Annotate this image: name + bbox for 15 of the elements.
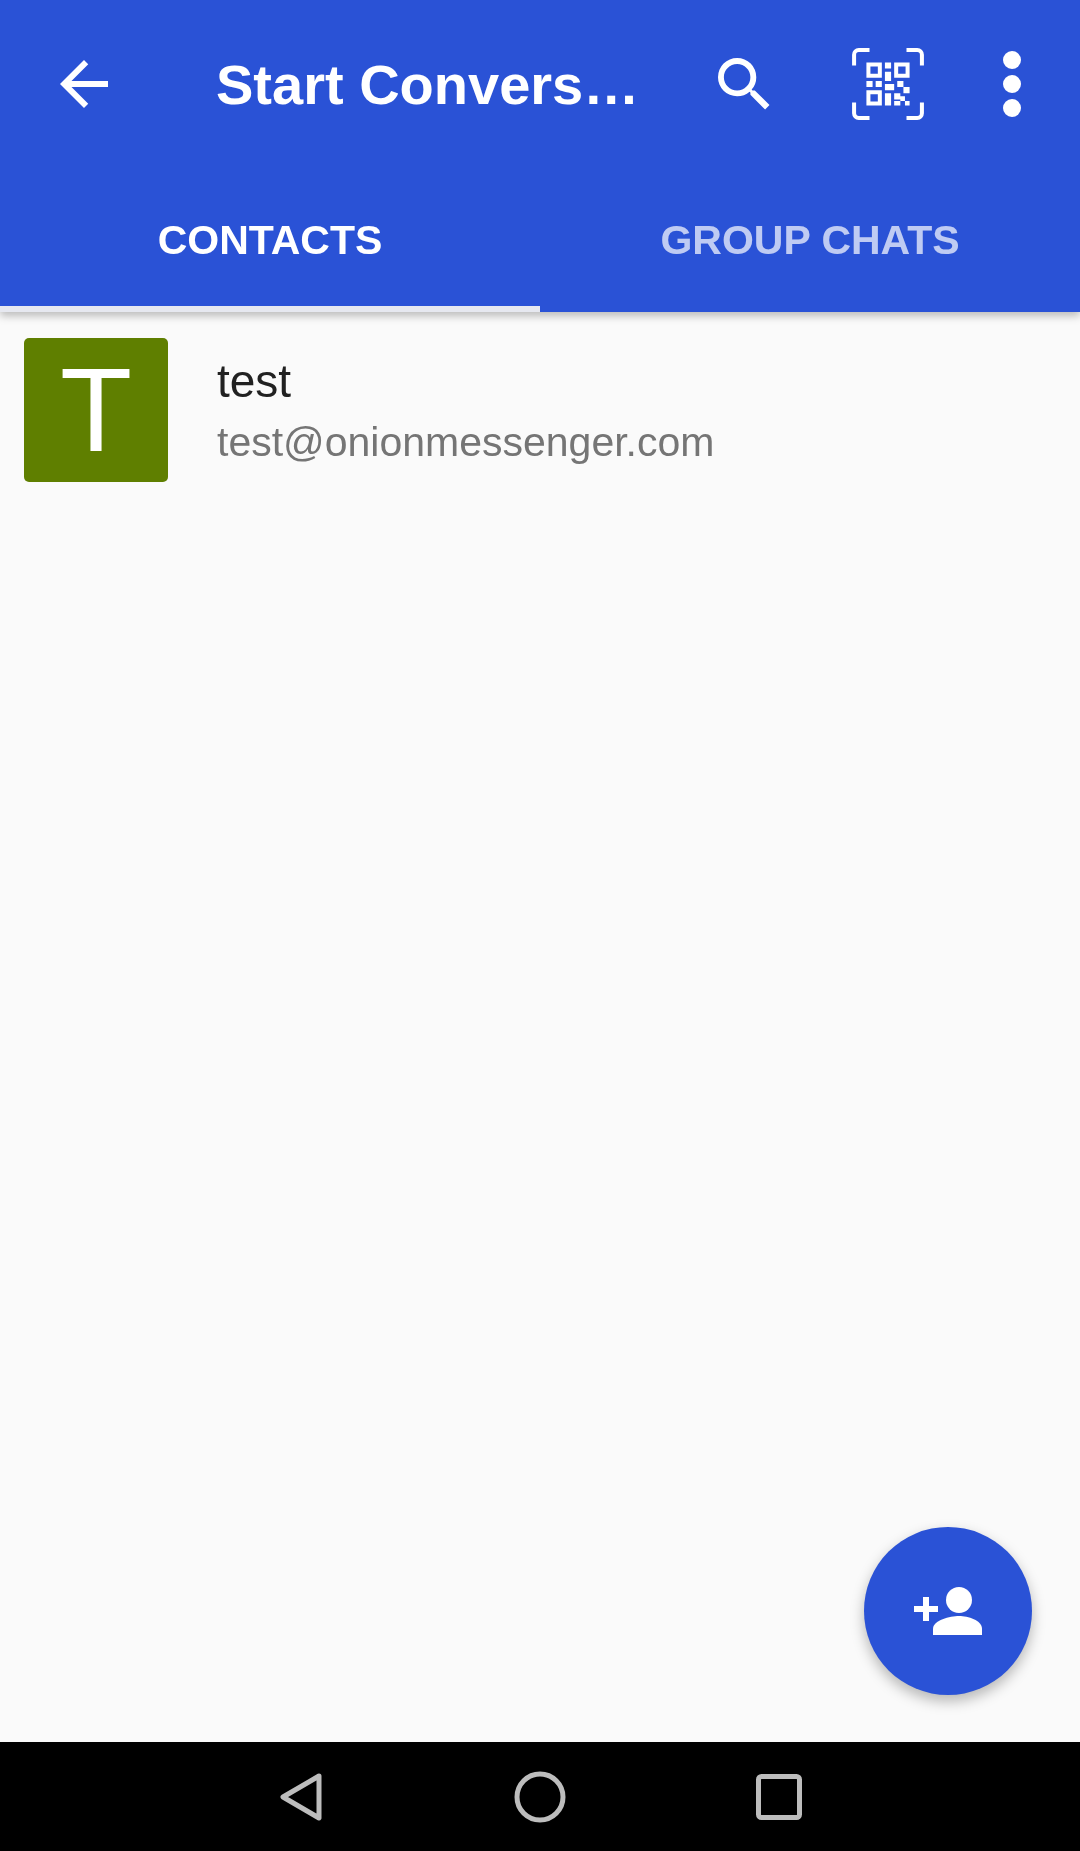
more-vertical-icon (1003, 51, 1021, 117)
contact-name[interactable]: test (217, 353, 715, 409)
contact-address: test@onionmessenger.com (217, 418, 715, 467)
tab[interactable]: GROUP CHATS (540, 168, 1080, 312)
search-icon (717, 57, 771, 111)
contact-avatar: T (24, 338, 168, 482)
add-person-icon (914, 1587, 982, 1635)
tab[interactable]: CONTACTS (0, 168, 540, 312)
screen-title: Start Convers… (216, 51, 641, 117)
back-arrow-icon (60, 60, 108, 108)
qr-code-scan-icon (851, 47, 925, 121)
back-triangle-icon (279, 1771, 323, 1822)
add-contact-button[interactable] (864, 1527, 1032, 1695)
home-circle-icon (514, 1770, 566, 1823)
recents-square-icon (756, 1773, 802, 1820)
